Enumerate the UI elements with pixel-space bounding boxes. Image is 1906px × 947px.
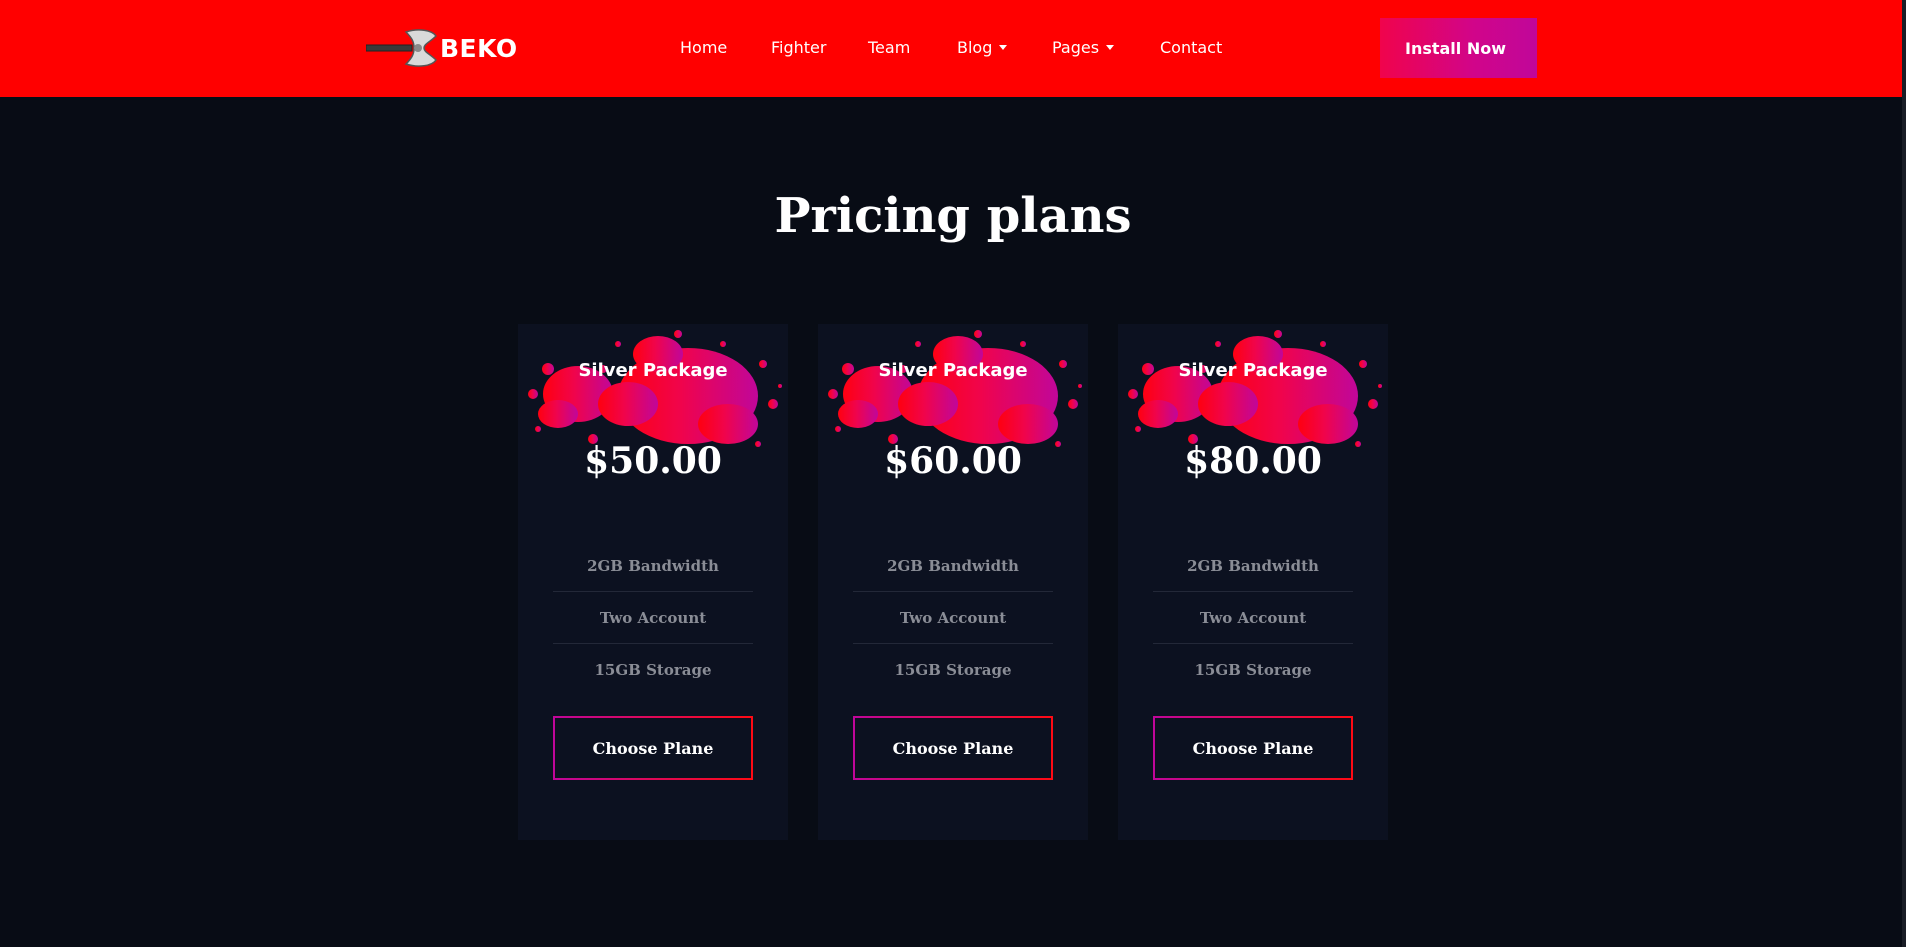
nav-home-label: Home — [680, 38, 728, 57]
section-title: Pricing plans — [774, 188, 1132, 244]
feature-item: 2GB Bandwidth — [1153, 540, 1353, 592]
choose-plan-button[interactable]: Choose Plane — [553, 716, 753, 780]
nav-team-label: Team — [868, 38, 911, 57]
feature-item: Two Account — [553, 592, 753, 644]
nav-pages[interactable]: Pages — [1052, 38, 1115, 57]
feature-item: 15GB Storage — [594, 661, 712, 679]
feature-list: 2GB Bandwidth Two Account 15GB Storage — [1153, 540, 1353, 696]
feature-list: 2GB Bandwidth Two Account 15GB Storage — [553, 540, 753, 696]
nav-contact-label: Contact — [1160, 38, 1223, 57]
feature-item: Two Account — [1153, 592, 1353, 644]
pricing-card: Silver Package $60.00 2GB Bandwidth Two … — [818, 324, 1088, 840]
nav-fighter[interactable]: Fighter — [771, 38, 826, 57]
feature-list: 2GB Bandwidth Two Account 15GB Storage — [853, 540, 1053, 696]
plan-name: Silver Package — [578, 360, 728, 381]
nav-pages-label: Pages — [1052, 38, 1100, 57]
main-nav: Home Fighter Team Blog Pages Contact — [0, 38, 1902, 60]
nav-contact[interactable]: Contact — [1160, 38, 1222, 57]
feature-item: Two Account — [853, 592, 1053, 644]
choose-plan-button[interactable]: Choose Plane — [1153, 716, 1353, 780]
pricing-card: Silver Package $80.00 2GB Bandwidth Two … — [1118, 324, 1388, 840]
feature-item: 2GB Bandwidth — [553, 540, 753, 592]
choose-plan-button[interactable]: Choose Plane — [853, 716, 1053, 780]
nav-fighter-label: Fighter — [771, 38, 827, 57]
nav-blog[interactable]: Blog — [957, 38, 1008, 57]
caret-down-icon — [1106, 45, 1115, 50]
plan-price: $60.00 — [884, 440, 1022, 482]
feature-item: 15GB Storage — [894, 661, 1012, 679]
feature-item: 15GB Storage — [1194, 661, 1312, 679]
nav-blog-label: Blog — [957, 38, 993, 57]
pricing-card: Silver Package $50.00 2GB Bandwidth Two … — [518, 324, 788, 840]
plan-price: $50.00 — [584, 440, 722, 482]
plan-name: Silver Package — [878, 360, 1028, 381]
plan-price: $80.00 — [1184, 440, 1322, 482]
site-header: BEKO Home Fighter Team Blog Pages Contac… — [0, 0, 1902, 97]
caret-down-icon — [999, 45, 1008, 50]
nav-home[interactable]: Home — [680, 38, 727, 57]
install-now-button[interactable]: Install Now — [1380, 18, 1537, 78]
plan-name: Silver Package — [1178, 360, 1328, 381]
feature-item: 2GB Bandwidth — [853, 540, 1053, 592]
nav-team[interactable]: Team — [868, 38, 910, 57]
page-scrollbar[interactable] — [1902, 0, 1906, 947]
